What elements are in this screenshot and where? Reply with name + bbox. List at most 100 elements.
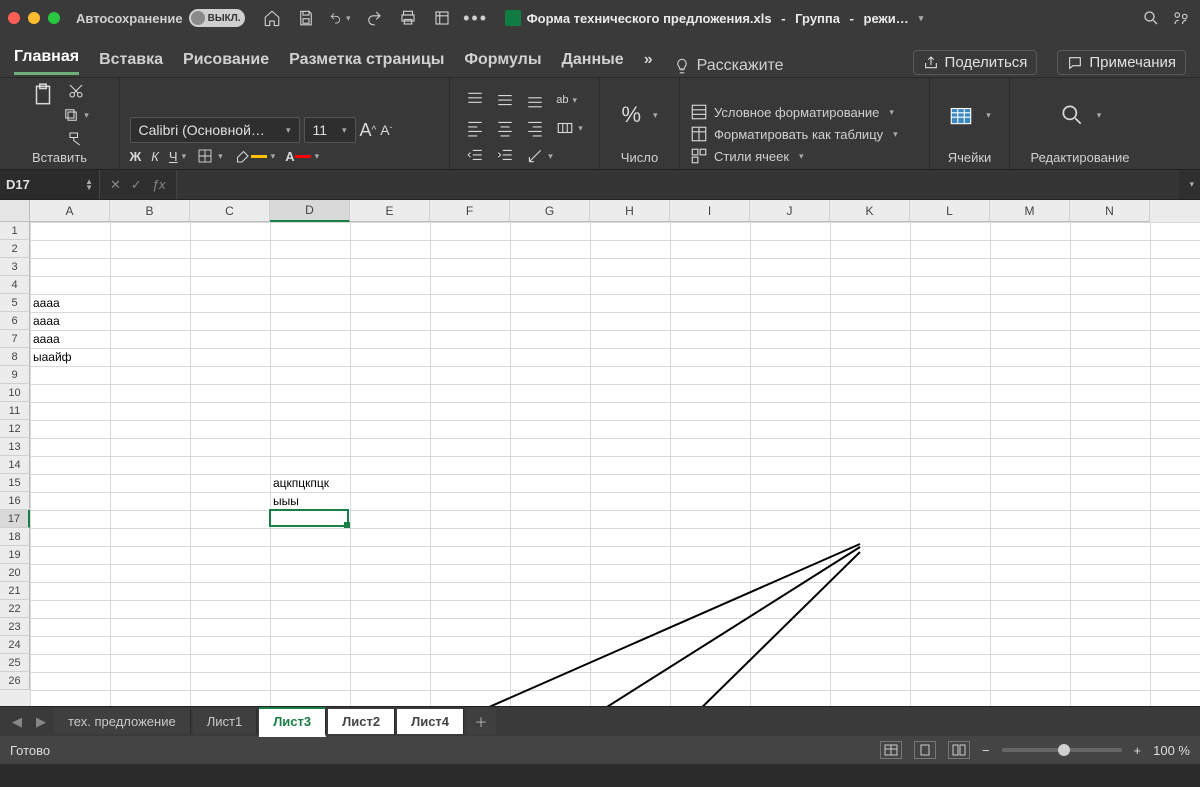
copy-icon[interactable]: ▾ [62, 106, 89, 124]
underline-button[interactable]: Ч▾ [169, 149, 186, 164]
fill-handle[interactable] [344, 522, 350, 528]
redo-icon[interactable] [363, 7, 385, 29]
undo-icon[interactable]: ▾ [329, 7, 351, 29]
search-icon[interactable] [1140, 7, 1162, 29]
row-header-16[interactable]: 16 [0, 492, 30, 510]
bold-button[interactable]: Ж [130, 149, 142, 164]
share-button[interactable]: Поделиться [913, 50, 1038, 75]
home-icon[interactable] [261, 7, 283, 29]
tab-home[interactable]: Главная [14, 42, 79, 75]
cell-D16[interactable]: ыыы [270, 492, 302, 510]
view-normal-icon[interactable] [880, 741, 902, 759]
col-header-C[interactable]: C [190, 200, 270, 222]
row-header-3[interactable]: 3 [0, 258, 30, 276]
row-header-7[interactable]: 7 [0, 330, 30, 348]
row-header-11[interactable]: 11 [0, 402, 30, 420]
fx-icon[interactable]: ƒx [152, 177, 166, 192]
cell-A6[interactable]: аааа [30, 312, 63, 330]
col-header-D[interactable]: D [270, 200, 350, 222]
fill-color-icon[interactable]: ▾ [233, 147, 276, 165]
find-icon[interactable] [1059, 102, 1085, 128]
col-header-B[interactable]: B [110, 200, 190, 222]
cell-A8[interactable]: ыаайф [30, 348, 75, 366]
format-painter-icon[interactable] [62, 130, 89, 148]
col-header-F[interactable]: F [430, 200, 510, 222]
row-header-19[interactable]: 19 [0, 546, 30, 564]
close-window[interactable] [8, 12, 20, 24]
formula-input[interactable] [176, 170, 1180, 199]
save-icon[interactable] [295, 7, 317, 29]
align-middle-icon[interactable] [496, 91, 514, 109]
col-header-H[interactable]: H [590, 200, 670, 222]
row-header-12[interactable]: 12 [0, 420, 30, 438]
row-header-1[interactable]: 1 [0, 222, 30, 240]
autosave-switch[interactable]: ВЫКЛ. [189, 9, 245, 27]
select-all-corner[interactable] [0, 200, 30, 222]
share-ribbon-icon[interactable] [1170, 7, 1192, 29]
orientation-icon[interactable]: ▾ [526, 147, 553, 165]
chevron-down-icon[interactable]: ▾ [919, 13, 924, 24]
format-as-table-button[interactable]: Форматировать как таблицу▾ [690, 125, 898, 143]
cut-icon[interactable] [62, 82, 89, 100]
row-header-26[interactable]: 26 [0, 672, 30, 690]
row-header-17[interactable]: 17 [0, 510, 30, 528]
sheet-nav-prev[interactable]: ◀ [6, 710, 28, 734]
tell-me-search[interactable]: Расскажите [673, 57, 784, 75]
col-header-E[interactable]: E [350, 200, 430, 222]
sheet-tab-list1[interactable]: Лист1 [193, 709, 257, 734]
row-header-13[interactable]: 13 [0, 438, 30, 456]
align-left-icon[interactable] [466, 119, 484, 137]
cell-D15[interactable]: ацкпцкпцк [270, 474, 332, 492]
confirm-formula-icon[interactable]: ✓ [131, 177, 142, 193]
align-bottom-icon[interactable] [526, 91, 544, 109]
maximize-window[interactable] [48, 12, 60, 24]
cancel-formula-icon[interactable]: ✕ [110, 177, 121, 193]
col-header-J[interactable]: J [750, 200, 830, 222]
font-name-select[interactable]: Calibri (Основной…▾ [130, 117, 300, 143]
merge-icon[interactable]: ▾ [556, 119, 583, 137]
zoom-out-button[interactable]: − [982, 743, 990, 758]
borders-icon[interactable]: ▾ [196, 147, 223, 165]
col-header-L[interactable]: L [910, 200, 990, 222]
more-icon[interactable]: ••• [465, 7, 487, 29]
align-right-icon[interactable] [526, 119, 544, 137]
col-header-I[interactable]: I [670, 200, 750, 222]
row-header-23[interactable]: 23 [0, 618, 30, 636]
expand-formula-bar[interactable]: ▾ [1183, 179, 1200, 190]
row-header-20[interactable]: 20 [0, 564, 30, 582]
cell-grid[interactable]: ааааааааааааыаайфацкпцкпцкыыы [30, 222, 1200, 706]
row-header-15[interactable]: 15 [0, 474, 30, 492]
sheet-tab-list2[interactable]: Лист2 [328, 709, 395, 734]
tab-more[interactable]: » [644, 45, 653, 75]
percent-icon[interactable]: % [621, 102, 641, 128]
active-cell[interactable] [269, 509, 349, 527]
row-header-5[interactable]: 5 [0, 294, 30, 312]
increase-font-icon[interactable]: A^ [360, 120, 377, 141]
tab-draw[interactable]: Рисование [183, 45, 269, 75]
add-sheet-button[interactable]: ＋ [466, 708, 496, 735]
cells-icon[interactable] [948, 102, 974, 128]
align-top-icon[interactable] [466, 91, 484, 109]
wrap-text-icon[interactable]: ab▾ [556, 94, 577, 106]
row-header-4[interactable]: 4 [0, 276, 30, 294]
autosave-toggle[interactable]: Автосохранение ВЫКЛ. [76, 9, 245, 27]
paste-icon[interactable] [30, 82, 56, 108]
document-title[interactable]: Форма технического предложения.xls - Гру… [505, 10, 924, 26]
col-header-G[interactable]: G [510, 200, 590, 222]
cell-A7[interactable]: аааа [30, 330, 63, 348]
zoom-in-button[interactable]: + [1134, 743, 1142, 758]
col-header-K[interactable]: K [830, 200, 910, 222]
tab-layout[interactable]: Разметка страницы [289, 45, 444, 75]
row-header-18[interactable]: 18 [0, 528, 30, 546]
decrease-font-icon[interactable]: Aˇ [380, 122, 392, 138]
sheet-tab-list3[interactable]: Лист3 [259, 707, 326, 737]
row-header-25[interactable]: 25 [0, 654, 30, 672]
cell-styles-button[interactable]: Стили ячеек▾ [690, 147, 898, 165]
row-header-6[interactable]: 6 [0, 312, 30, 330]
row-header-10[interactable]: 10 [0, 384, 30, 402]
print-icon[interactable] [397, 7, 419, 29]
minimize-window[interactable] [28, 12, 40, 24]
view-page-layout-icon[interactable] [914, 741, 936, 759]
name-box[interactable]: D17 ▲▼ [0, 170, 100, 199]
tab-formulas[interactable]: Формулы [464, 45, 541, 75]
